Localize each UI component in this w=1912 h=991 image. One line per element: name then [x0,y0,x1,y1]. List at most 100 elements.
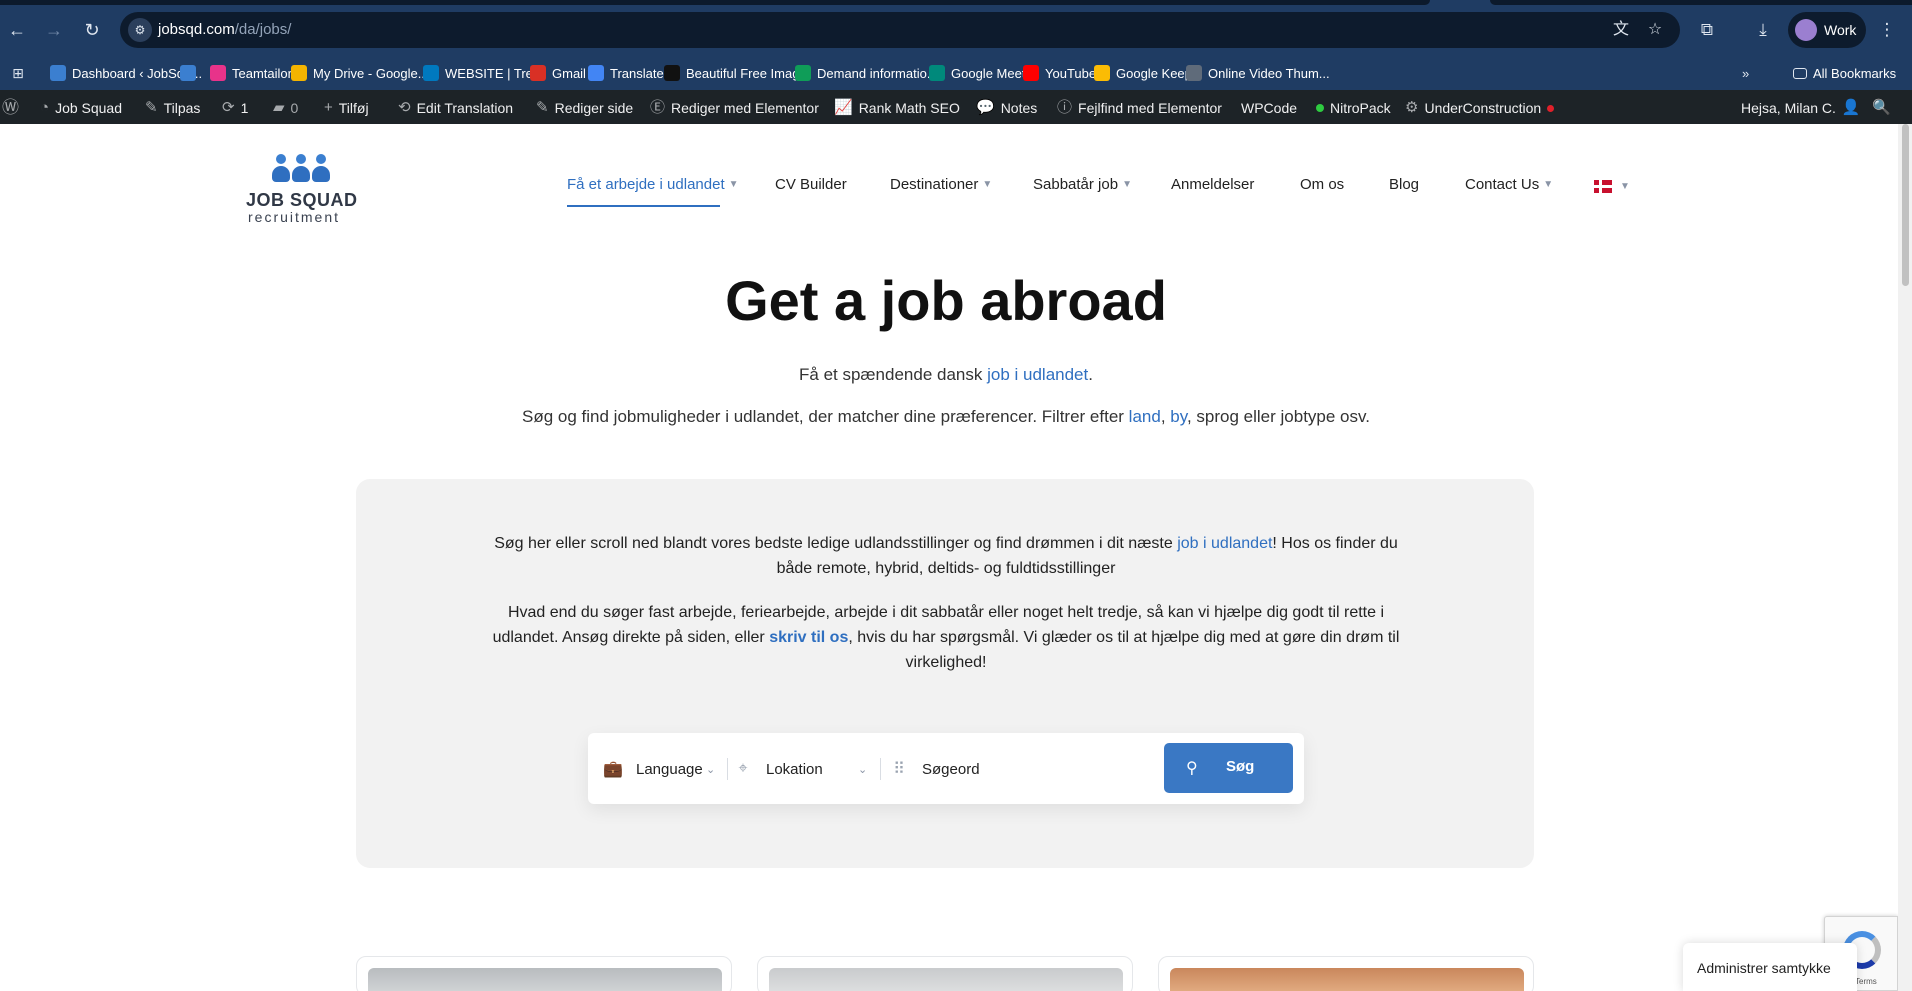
bookmark-item[interactable] [180,63,202,83]
adminbar-debug[interactable]: ⓘ Fejlfind med Elementor [1057,99,1222,117]
nav-sabbatical-jobs[interactable]: Sabbatår job ▼ [1033,176,1132,200]
bookmark-item[interactable]: Demand informatio... [795,63,938,83]
chevron-down-icon: ⌄ [706,763,716,776]
adminbar-comments[interactable]: ▰ 0 [273,99,298,117]
all-bookmarks[interactable]: All Bookmarks [1793,63,1896,83]
grid-dots-icon: ⠿ [893,761,905,778]
bookmark-favicon-icon [423,65,439,81]
adminbar-edit-translation[interactable]: ⟲ Edit Translation [398,99,513,117]
keyword-input[interactable]: ⠿ Søgeord [888,758,1128,780]
adminbar-elementor[interactable]: Ⓔ Rediger med Elementor [650,99,819,117]
bookmark-item[interactable]: YouTube [1023,63,1096,83]
bookmark-favicon-icon [50,65,66,81]
extensions-icon[interactable]: ⧉ [1695,18,1719,42]
chevron-down-icon: ⌄ [858,763,868,776]
adminbar-user[interactable]: Hejsa, Milan C. 👤 [1741,99,1861,117]
pencil-icon: ✎ [536,99,549,116]
bookmarks-bar: ⊞ Dashboard ‹ JobSqu... Teamtailor My Driv… [0,54,1912,90]
contact-us-link[interactable]: skriv til os [769,629,848,646]
job-abroad-link[interactable]: job i udlandet [1177,535,1272,552]
elementor-icon: Ⓔ [650,99,666,116]
nav-get-job-abroad[interactable]: Få et arbejde i udlandet ▼ [567,176,739,200]
bookmark-favicon-icon [795,65,811,81]
bookmark-item[interactable]: My Drive - Google... [291,63,429,83]
bookmark-item[interactable]: Google Keep [1094,63,1192,83]
job-card[interactable] [1158,956,1534,991]
language-switcher[interactable]: ▼ [1616,178,1630,202]
bookmark-favicon-icon [1023,65,1039,81]
search-button[interactable]: ⚲ Søg [1164,743,1293,793]
download-icon[interactable]: ⤓ [1751,18,1775,42]
url-text[interactable]: jobsqd.com/da/jobs/ [158,21,291,38]
apps-icon[interactable]: ⊞ [10,63,26,83]
site-logo[interactable]: JOB SQUAD recruitment [246,154,357,225]
language-select[interactable]: 💼 Language ⌄ [602,758,752,780]
bookmark-item[interactable]: Online Video Thum... [1186,63,1330,83]
reload-icon[interactable]: ↻ [78,16,106,44]
updates-icon: ⟳ [222,99,235,116]
adminbar-site[interactable]: ◔ Job Squad [40,99,122,117]
job-card[interactable] [356,956,732,991]
bookmark-item[interactable]: Google Meet [929,63,1025,83]
adminbar-notes[interactable]: 💬 Notes [976,99,1037,117]
nav-about[interactable]: Om os [1300,176,1344,200]
location-pin-icon: ⌖ [738,760,748,777]
bookmark-item[interactable]: Beautiful Free Imag... [664,63,810,83]
intro-panel: Søg her eller scroll ned blandt vores be… [356,479,1534,868]
bookmark-favicon-icon [291,65,307,81]
chevron-down-icon: ▼ [982,179,993,190]
nav-blog[interactable]: Blog [1389,176,1419,200]
bookmarks-overflow-icon[interactable]: » [1742,63,1749,83]
adminbar-wpcode[interactable]: WPCode [1241,99,1297,117]
job-card-image [368,968,722,991]
nav-cv-builder[interactable]: CV Builder [775,176,847,200]
bookmark-favicon-icon [180,65,196,81]
back-icon[interactable]: ← [3,16,31,44]
status-dot-green [1316,104,1324,112]
bookmark-favicon-icon [929,65,945,81]
adminbar-customize[interactable]: ✎ Tilpas [145,99,200,117]
menu-icon[interactable]: ⋮ [1875,18,1899,42]
page-scrollbar[interactable] [1898,124,1912,991]
logo-people-icon [272,154,332,186]
wp-admin-bar: Ⓦ ◔ Job Squad ✎ Tilpas ⟳ 1 ▰ 0 + Tilføj ⟲ Edit… [0,90,1912,124]
job-card[interactable] [757,956,1133,991]
site-info-icon[interactable]: ⚙ [128,18,152,42]
bookmark-item[interactable]: Teamtailor [210,63,292,83]
gear-icon: ⚙ [1405,99,1419,116]
comment-icon: ▰ [273,99,285,116]
page-title: Get a job abroad [725,269,1167,332]
adminbar-search-icon[interactable]: 🔍 [1872,99,1891,117]
translate-icon[interactable]: 文 [1610,19,1632,41]
logo-subtitle: recruitment [248,209,341,225]
brush-icon: ✎ [145,99,158,116]
adminbar-new[interactable]: + Tilføj [324,99,369,117]
consent-manager-button[interactable]: Administrer samtykke [1683,943,1857,991]
nav-destinations[interactable]: Destinationer ▼ [890,176,992,200]
nav-contact[interactable]: Contact Us ▼ [1465,176,1553,200]
job-abroad-link[interactable]: job i udlandet [987,365,1088,384]
adminbar-underconstruction[interactable]: ⚙ UnderConstruction [1405,99,1555,117]
danish-flag-icon[interactable] [1594,180,1612,193]
nav-reviews[interactable]: Anmeldelser [1171,176,1254,200]
bookmark-item[interactable]: Gmail [530,63,586,83]
adminbar-nitropack[interactable]: NitroPack [1316,99,1391,117]
adminbar-rankmath[interactable]: 📈 Rank Math SEO [834,99,960,117]
bookmark-item[interactable]: Translate [588,63,664,83]
location-select[interactable]: ⌖ Lokation ⌄ [732,758,882,780]
adminbar-updates[interactable]: ⟳ 1 [222,99,248,117]
wordpress-icon[interactable]: Ⓦ [2,99,19,117]
info-icon: ⓘ [1057,99,1073,116]
chevron-down-icon: ▼ [1543,179,1554,190]
scrollbar-thumb[interactable] [1902,124,1909,286]
forward-icon[interactable]: → [40,16,68,44]
address-bar[interactable]: ⚙ jobsqd.com/da/jobs/ 文 ☆ [120,12,1680,48]
bookmark-item[interactable]: WEBSITE | Trello [423,63,546,83]
bookmark-star-icon[interactable]: ☆ [1644,19,1666,41]
chevron-down-icon: ▼ [1620,181,1630,192]
city-link[interactable]: by [1170,407,1187,426]
divider [727,758,728,780]
profile-button[interactable]: Work [1788,12,1866,48]
country-link[interactable]: land [1129,407,1161,426]
adminbar-edit-page[interactable]: ✎ Rediger side [536,99,633,117]
